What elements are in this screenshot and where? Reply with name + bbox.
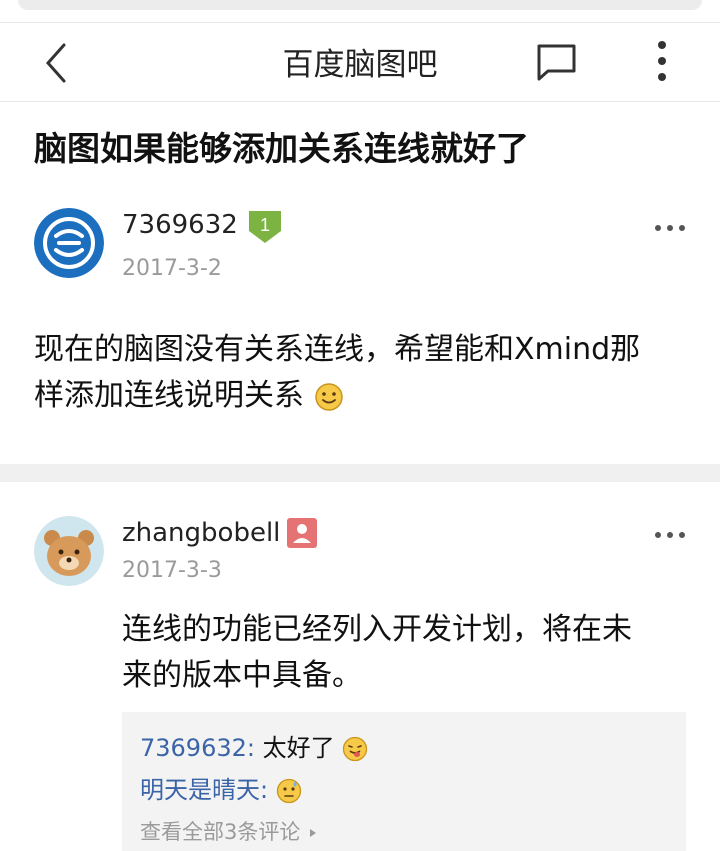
level-badge-icon: 1 — [249, 211, 281, 243]
sweat-emoji-icon — [276, 778, 301, 804]
comment-button[interactable] — [534, 39, 580, 85]
user-badge-icon — [287, 518, 317, 548]
tongue-emoji-icon — [343, 736, 368, 762]
view-all-comments-link[interactable]: 查看全部3条评论 — [140, 816, 319, 846]
reply-date: 2017-3-3 — [122, 558, 222, 583]
comment-icon — [537, 44, 576, 81]
reply-more-icon[interactable] — [652, 528, 692, 542]
search-bar-edge — [18, 0, 702, 10]
reply-content-line1: 连线的功能已经列入开发计划，将在未 — [122, 612, 632, 647]
post-date: 2017-3-2 — [122, 256, 222, 281]
chevron-right-icon — [310, 829, 317, 837]
reply-content-line2: 来的版本中具备。 — [122, 658, 362, 693]
page-title: 百度脑图吧 — [282, 47, 438, 83]
post-content-line2: 样添加连线说明关系 — [34, 378, 304, 413]
bear-avatar — [34, 516, 104, 586]
view-all-text: 查看全部3条评论 — [140, 820, 301, 844]
nav-header: 百度脑图吧 — [0, 22, 720, 102]
reply-author[interactable]: zhangbobell — [122, 518, 280, 548]
top-strip — [0, 0, 720, 22]
post-content-line1: 现在的脑图没有关系连线，希望能和Xmind那 — [34, 332, 641, 367]
reply-avatar[interactable] — [34, 516, 104, 586]
sub-reply-author[interactable]: 明天是晴天: — [140, 776, 268, 804]
post-content-line2-wrap: 样添加连线说明关系 — [34, 374, 344, 418]
china-mobile-avatar — [34, 208, 104, 278]
level-badge-number: 1 — [260, 215, 270, 235]
sub-reply: 7369632: 太好了 — [140, 728, 368, 763]
more-button[interactable] — [648, 39, 676, 85]
post-more-icon[interactable] — [652, 221, 692, 235]
sub-reply-author[interactable]: 7369632: — [140, 734, 255, 762]
avatar[interactable] — [34, 208, 104, 278]
post-author[interactable]: 7369632 — [122, 210, 238, 240]
sub-reply: 明天是晴天: — [140, 770, 302, 805]
post-title: 脑图如果能够添加关系连线就好了 — [34, 129, 529, 168]
section-divider — [0, 464, 720, 482]
smile-emoji-icon — [314, 382, 343, 411]
sub-replies-box: 7369632: 太好了 明天是晴天: 查看全部3条评论 — [122, 712, 686, 851]
sub-reply-text: 太好了 — [262, 734, 335, 762]
more-icon — [658, 41, 666, 81]
